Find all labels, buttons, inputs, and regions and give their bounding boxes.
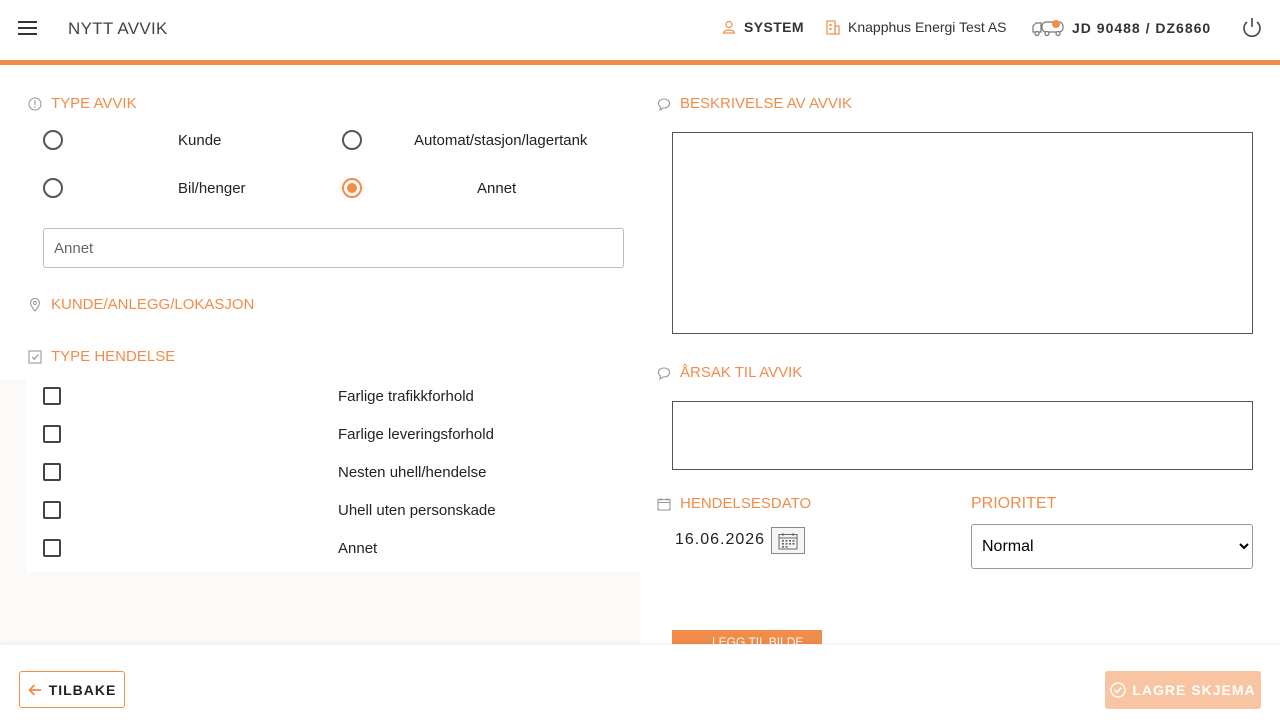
menu-button[interactable] xyxy=(18,18,38,38)
vehicle-indicator[interactable]: JD 90488 / DZ6860 xyxy=(1032,19,1211,37)
section-title-type-hendelse: TYPE HENDELSE xyxy=(28,348,175,365)
save-form-button[interactable]: LAGRE SKJEMA xyxy=(1105,671,1261,709)
company-indicator[interactable]: Knapphus Energi Test AS xyxy=(826,19,1007,35)
checkbox-label-farlige-trafikkforhold: Farlige trafikkforhold xyxy=(338,388,474,405)
calendar-icon xyxy=(778,532,798,549)
radio-label-automat: Automat/stasjon/lagertank xyxy=(414,132,588,149)
event-date-value[interactable]: 16.06.2026 xyxy=(675,531,765,549)
company-name: Knapphus Energi Test AS xyxy=(848,19,1007,35)
back-button[interactable]: TILBAKE xyxy=(19,671,125,708)
checkbox-uhell-uten-personskade[interactable] xyxy=(43,501,61,519)
checkbox-label-farlige-leveringsforhold: Farlige leveringsforhold xyxy=(338,426,494,443)
app-header: NYTT AVVIK SYSTEM Knapphus Energi Test A… xyxy=(0,0,1280,60)
radio-annet[interactable] xyxy=(342,178,362,198)
comment-icon xyxy=(657,97,671,111)
user-icon xyxy=(722,20,736,34)
description-textarea[interactable] xyxy=(672,132,1253,334)
section-title-arsak: ÅRSAK TIL AVVIK xyxy=(657,364,802,381)
radio-label-annet: Annet xyxy=(477,180,517,197)
section-title-type-avvik: TYPE AVVIK xyxy=(28,95,137,112)
radio-automat[interactable] xyxy=(342,130,362,150)
radio-bil-henger[interactable] xyxy=(43,178,63,198)
checkbox-farlige-leveringsforhold[interactable] xyxy=(43,425,61,443)
checkbox-farlige-trafikkforhold[interactable] xyxy=(43,387,61,405)
calendar-icon xyxy=(657,497,671,511)
cause-textarea[interactable] xyxy=(672,401,1253,470)
truck-icon xyxy=(1032,19,1064,37)
checkbox-label-uhell-uten-personskade: Uhell uten personskade xyxy=(338,502,496,519)
hamburger-icon xyxy=(18,21,37,35)
arrow-left-icon xyxy=(27,683,42,696)
add-photo-label: LEGG TIL BILDE xyxy=(712,635,804,644)
event-type-list xyxy=(26,380,640,572)
alert-icon xyxy=(28,96,42,111)
section-title-beskrivelse: BESKRIVELSE AV AVVIK xyxy=(657,95,852,112)
priority-label: PRIORITET xyxy=(971,495,1057,512)
vehicle-id: JD 90488 / DZ6860 xyxy=(1072,20,1212,36)
logout-button[interactable] xyxy=(1241,17,1263,39)
radio-kunde[interactable] xyxy=(43,130,63,150)
other-type-input[interactable] xyxy=(43,228,624,268)
radio-label-kunde: Kunde xyxy=(178,132,222,149)
user-indicator[interactable]: SYSTEM xyxy=(722,19,804,35)
checkbox-annet[interactable] xyxy=(43,539,61,557)
page-title: NYTT AVVIK xyxy=(68,19,168,38)
power-icon xyxy=(1243,18,1261,37)
priority-select[interactable]: Normal xyxy=(971,524,1253,569)
section-title-hendelsesdato: HENDELSESDATO xyxy=(657,495,811,512)
comment-icon xyxy=(657,366,671,380)
location-pin-icon xyxy=(28,297,42,312)
section-title-kunde[interactable]: KUNDE/ANLEGG/LOKASJON xyxy=(28,296,254,313)
checkbox-nesten-uhell[interactable] xyxy=(43,463,61,481)
radio-label-bil-henger: Bil/henger xyxy=(178,180,246,197)
footer: TILBAKE LAGRE SKJEMA xyxy=(0,645,1280,720)
user-name: SYSTEM xyxy=(744,19,804,35)
checkbox-label-nesten-uhell: Nesten uhell/hendelse xyxy=(338,464,487,481)
checkbox-icon xyxy=(28,349,42,364)
building-icon xyxy=(826,19,840,35)
header-accent-bar xyxy=(0,60,1280,65)
date-picker-button[interactable] xyxy=(771,527,805,554)
add-photo-button[interactable]: LEGG TIL BILDE xyxy=(672,630,822,644)
checkbox-label-annet: Annet xyxy=(338,540,378,557)
check-circle-icon xyxy=(1110,682,1127,698)
